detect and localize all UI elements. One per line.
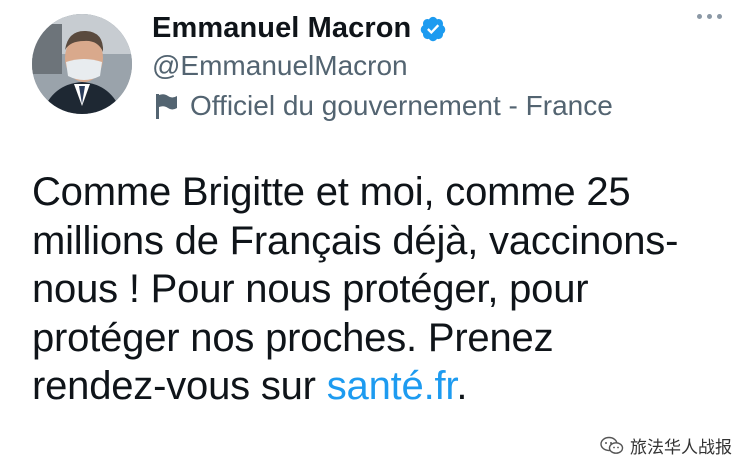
author-name-row: Emmanuel Macron	[152, 12, 447, 45]
flag-icon	[152, 91, 180, 121]
tweet-text: Comme Brigitte et moi, comme 25 millions…	[32, 168, 732, 411]
sante-fr-link[interactable]: santé.fr	[327, 364, 457, 408]
verified-badge-icon	[419, 15, 447, 43]
avatar[interactable]	[32, 14, 132, 114]
more-options-icon[interactable]	[697, 14, 722, 19]
tweet-line: Comme Brigitte et moi, comme 25	[32, 170, 631, 214]
handle[interactable]: @EmmanuelMacron	[152, 50, 408, 82]
watermark: 旅法华人战报	[600, 433, 732, 458]
wechat-icon	[600, 436, 624, 456]
profile-photo	[32, 14, 132, 114]
government-label: Officiel du gouvernement - France	[152, 90, 613, 122]
display-name[interactable]: Emmanuel Macron	[152, 12, 411, 45]
account-label-text: Officiel du gouvernement - France	[190, 90, 613, 121]
tweet-line: rendez-vous sur	[32, 364, 327, 408]
tweet-line: millions de Français déjà, vaccinons-	[32, 218, 679, 263]
tweet-line: nous ! Pour nous protéger, pour	[32, 267, 589, 311]
tweet-period: .	[456, 364, 468, 408]
watermark-text: 旅法华人战报	[630, 438, 732, 457]
tweet-line: protéger nos proches. Prenez	[32, 315, 554, 360]
tweet-line-last: rendez-vous sur santé.fr.	[32, 362, 732, 411]
